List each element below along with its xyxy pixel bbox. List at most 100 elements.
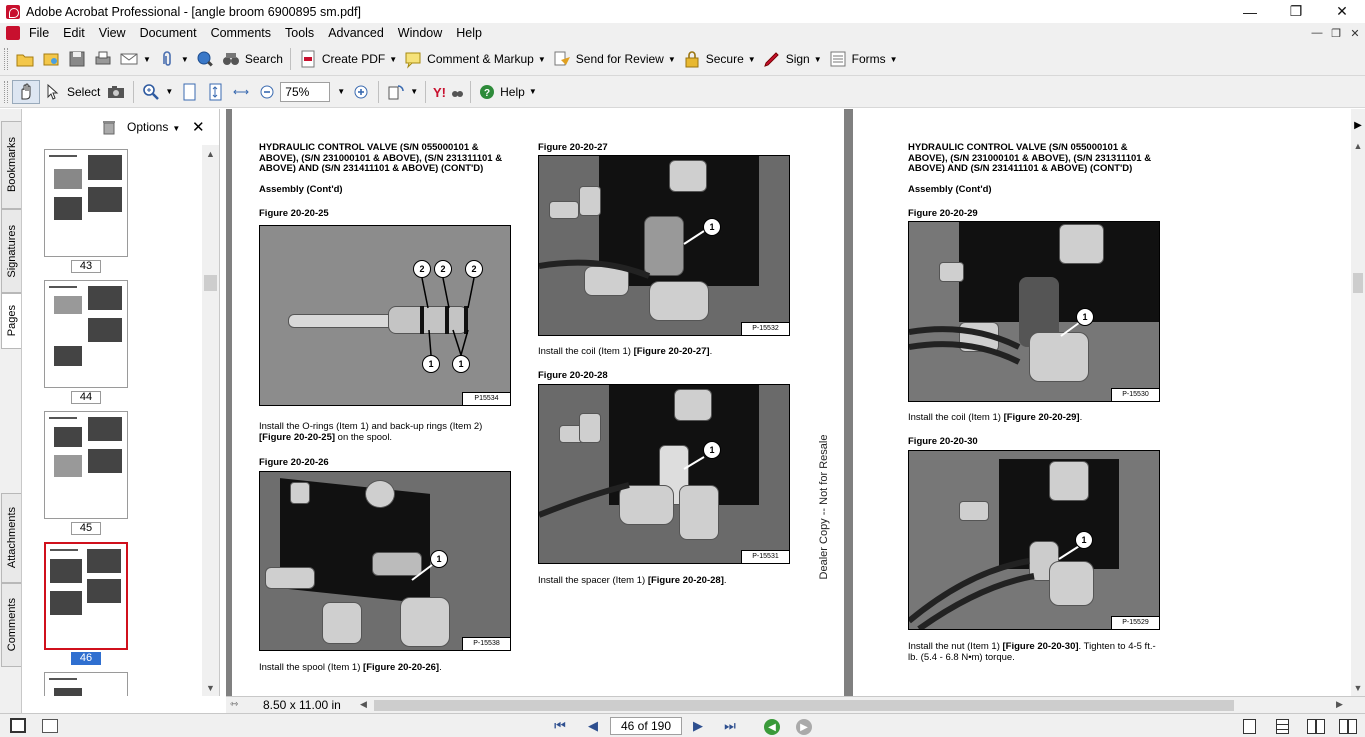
page-thumbnail[interactable]: [44, 411, 128, 519]
menu-document[interactable]: Document: [133, 26, 204, 40]
secure-button[interactable]: Secure ▼: [679, 47, 759, 71]
scroll-thumb[interactable]: [1353, 273, 1363, 293]
menu-window[interactable]: Window: [391, 26, 449, 40]
previous-view-icon[interactable]: ◀: [764, 719, 780, 735]
fit-page-button[interactable]: [202, 80, 228, 104]
hscroll-thumb[interactable]: [374, 700, 1234, 711]
organizer-button[interactable]: [38, 47, 64, 71]
full-screen-icon[interactable]: [10, 718, 26, 733]
page-arrow-right[interactable]: ▶: [1351, 117, 1365, 134]
toolbar-grip[interactable]: [4, 48, 8, 70]
doc-minimize-button[interactable]: —: [1308, 25, 1326, 41]
tab-attachments[interactable]: Attachments: [1, 493, 21, 583]
tab-bookmarks[interactable]: Bookmarks: [1, 121, 21, 209]
tab-attachments-label: Attachments: [5, 507, 18, 569]
instruction-text-tail: on the spool.: [335, 431, 393, 443]
hscroll-right-arrow[interactable]: ▶: [1336, 699, 1343, 710]
menu-advanced[interactable]: Advanced: [321, 26, 391, 40]
restore-button[interactable]: ❐: [1273, 0, 1319, 23]
close-panel-icon[interactable]: ✕: [192, 118, 205, 136]
rotate-view-button[interactable]: ▼: [383, 80, 421, 104]
options-menu[interactable]: Options ▼: [127, 120, 180, 134]
fit-width-button[interactable]: [228, 80, 254, 104]
continuous-icon[interactable]: [1276, 719, 1289, 734]
document-scrollbar[interactable]: ▶ ▲ ▼: [1351, 109, 1365, 696]
document-icon[interactable]: [6, 26, 20, 40]
scroll-down-arrow[interactable]: ▼: [1351, 679, 1365, 696]
figure-20-20-30: 1 P-15529: [908, 450, 1160, 630]
scroll-thumb[interactable]: [204, 275, 217, 291]
figure-reference: [Figure 20-20-26]: [363, 662, 440, 673]
section-subheader: Assembly (Cont'd): [908, 184, 992, 195]
last-page-button[interactable]: ⏭: [721, 718, 739, 734]
menu-comments[interactable]: Comments: [204, 26, 278, 40]
zoom-dropdown-button[interactable]: ▼: [330, 80, 348, 104]
instruction-text: Install the coil (Item 1) [Figure 20-20-…: [908, 412, 1082, 424]
snapshot-button[interactable]: [103, 80, 129, 104]
minimize-button[interactable]: —: [1227, 0, 1273, 23]
search-web-button[interactable]: [192, 47, 218, 71]
zoom-out-button[interactable]: [254, 80, 280, 104]
search-button[interactable]: Search: [218, 47, 286, 71]
first-page-button[interactable]: ⏮: [551, 718, 569, 734]
acrobat-app-icon: [6, 4, 20, 19]
tab-comments[interactable]: Comments: [1, 583, 21, 667]
thumbnails-scrollbar[interactable]: ▲ ▼: [202, 145, 219, 696]
attach-button[interactable]: ▼: [154, 47, 192, 71]
comment-markup-button[interactable]: Comment & Markup ▼: [400, 47, 549, 71]
hand-tool-button[interactable]: [12, 79, 40, 104]
page-number-input[interactable]: 46 of 190: [610, 717, 682, 735]
tab-signatures[interactable]: Signatures: [1, 209, 21, 293]
print-button[interactable]: [90, 47, 116, 71]
forms-button[interactable]: Forms ▼: [825, 47, 901, 71]
open-button[interactable]: [12, 47, 38, 71]
menu-help[interactable]: Help: [449, 26, 489, 40]
next-view-icon[interactable]: ▶: [796, 719, 812, 735]
hscroll-left-arrow[interactable]: ◀: [360, 699, 367, 710]
page-thumbnail-selected[interactable]: [44, 542, 128, 650]
menu-view[interactable]: View: [92, 26, 133, 40]
tab-pages[interactable]: Pages: [1, 293, 21, 349]
yahoo-toolbar-button[interactable]: Y!: [430, 80, 466, 104]
scroll-up-arrow[interactable]: ▲: [202, 145, 219, 162]
zoom-in-tool-button[interactable]: ▼: [138, 80, 176, 104]
next-page-button[interactable]: ▶: [689, 718, 707, 734]
actual-size-button[interactable]: [176, 80, 202, 104]
toolbar-grip[interactable]: [4, 80, 8, 103]
facing-icon[interactable]: [1307, 719, 1325, 734]
split-view-icon[interactable]: ⇿: [230, 699, 238, 710]
previous-page-button[interactable]: ◀: [584, 718, 602, 734]
email-button[interactable]: ▼: [116, 47, 154, 71]
save-button[interactable]: [64, 47, 90, 71]
send-for-review-button[interactable]: Send for Review ▼: [549, 47, 679, 71]
figure-reference: [Figure 20-20-28]: [647, 575, 724, 586]
doc-restore-button[interactable]: ❐: [1327, 25, 1345, 41]
status-icon[interactable]: [42, 719, 58, 733]
chevron-down-icon: ▼: [889, 54, 898, 64]
continuous-facing-icon[interactable]: [1339, 719, 1357, 734]
instruction-text-line: Install the coil (Item 1): [908, 412, 1004, 423]
create-pdf-button[interactable]: Create PDF ▼: [295, 47, 400, 71]
help-button[interactable]: ? Help ▼: [475, 80, 540, 104]
zoom-input[interactable]: 75%: [280, 81, 331, 102]
document-viewport[interactable]: HYDRAULIC CONTROL VALVE (S/N 055000101 &…: [226, 109, 1365, 696]
close-button[interactable]: ✕: [1319, 0, 1365, 23]
single-page-icon[interactable]: [1243, 719, 1256, 734]
menu-file[interactable]: File: [22, 26, 56, 40]
scroll-down-arrow[interactable]: ▼: [202, 679, 219, 696]
menu-tools[interactable]: Tools: [278, 26, 321, 40]
zoom-in-button[interactable]: [348, 80, 374, 104]
instruction-text-tail: .: [439, 662, 442, 673]
instruction-text-line: Install the spacer (Item 1): [538, 575, 648, 586]
select-tool-button[interactable]: Select: [40, 80, 103, 104]
doc-close-button[interactable]: ✕: [1346, 25, 1364, 41]
page-thumbnail[interactable]: [44, 280, 128, 388]
chevron-down-icon: ▼: [143, 54, 151, 64]
document-page-left: HYDRAULIC CONTROL VALVE (S/N 055000101 &…: [232, 109, 844, 696]
page-thumbnail[interactable]: [44, 149, 128, 257]
scroll-up-arrow[interactable]: ▲: [1351, 137, 1365, 154]
sign-button[interactable]: Sign ▼: [759, 47, 825, 71]
page-thumbnail[interactable]: [44, 672, 128, 697]
trash-icon[interactable]: [102, 119, 116, 135]
menu-edit[interactable]: Edit: [56, 26, 92, 40]
